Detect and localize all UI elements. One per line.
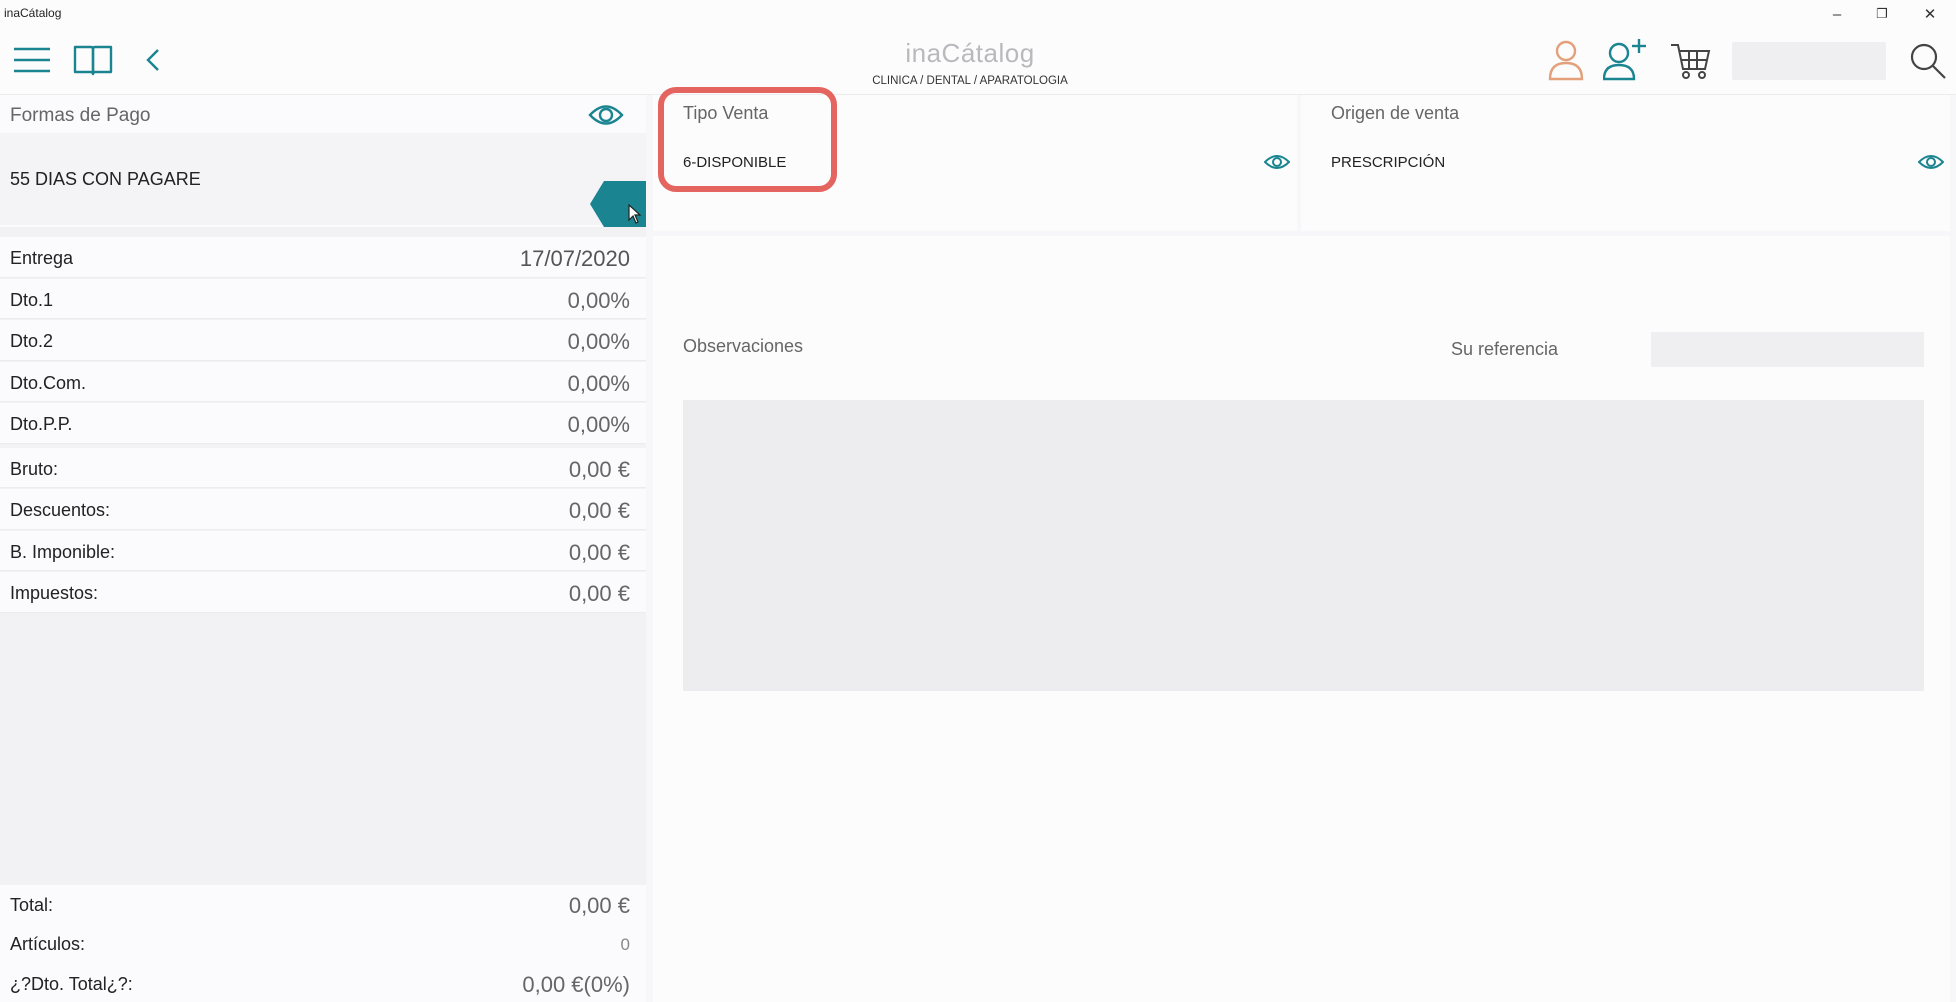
tipo-venta-value: 6-DISPONIBLE	[683, 154, 787, 171]
list-item: Impuestos: 0,00 €	[0, 572, 646, 613]
list-item[interactable]: Dto.Com. 0,00%	[0, 361, 646, 402]
reference-input[interactable]	[1651, 332, 1924, 367]
summary-row: Artículos: 0	[0, 924, 646, 962]
origen-venta-label: Origen de venta	[1331, 103, 1460, 123]
back-icon[interactable]	[140, 44, 166, 76]
detail-label: Dto.1	[10, 289, 54, 310]
list-item[interactable]: Entrega 17/07/2020	[0, 237, 646, 278]
detail-label: Descuentos:	[10, 500, 111, 520]
detail-value: 0,00%	[567, 329, 630, 354]
cart-icon[interactable]	[1668, 40, 1712, 82]
details-list: Entrega 17/07/2020 Dto.1 0,00% Dto.2 0,0…	[0, 237, 646, 614]
close-button[interactable]: ✕	[1910, 2, 1950, 26]
detail-value: 0,00 €	[568, 456, 630, 482]
list-item[interactable]: Dto.1 0,00%	[0, 278, 646, 319]
summary-label: Artículos:	[10, 934, 86, 954]
app-header: inaCátalog CLINICA / DENTAL / APARATOLOG…	[0, 28, 1956, 95]
detail-label: Entrega	[10, 248, 74, 268]
detail-value: 0,00 €	[568, 581, 630, 606]
payment-value-field[interactable]: 55 DIAS CON PAGARE	[0, 133, 646, 225]
list-item: Bruto: 0,00 €	[0, 447, 646, 488]
search-input[interactable]	[1732, 42, 1886, 80]
detail-value: 0,00%	[567, 370, 630, 396]
observations-textarea[interactable]	[683, 400, 1924, 691]
window-titlebar: inaCátalog – ❐ ✕	[0, 0, 1956, 28]
summary-value: 0,00 €	[568, 893, 630, 918]
main-panel: Observaciones Su referencia	[653, 236, 1950, 1002]
left-panel: Formas de Pago 55 DIAS CON PAGARE Entreg…	[0, 95, 646, 1002]
payment-label: Formas de Pago	[10, 105, 151, 126]
origen-venta-value: PRESCRIPCIÓN	[1331, 154, 1446, 171]
detail-label: Dto.Com.	[10, 372, 87, 393]
detail-label: Dto.P.P.	[10, 414, 73, 434]
add-customer-icon[interactable]	[1602, 36, 1648, 82]
app-brand: inaCátalog	[905, 38, 1035, 68]
reference-label: Su referencia	[1451, 339, 1559, 359]
list-item: B. Imponible: 0,00 €	[0, 530, 646, 571]
detail-label: B. Imponible:	[10, 541, 116, 562]
customer-icon[interactable]	[1546, 38, 1586, 82]
minimize-button[interactable]: –	[1817, 2, 1857, 26]
payment-card: Formas de Pago 55 DIAS CON PAGARE	[0, 95, 646, 227]
summary-label: Total:	[10, 895, 54, 915]
window-title: inaCátalog	[4, 6, 62, 20]
detail-value: 17/07/2020	[519, 246, 630, 271]
app-subtitle: CLINICA / DENTAL / APARATOLOGIA	[872, 75, 1068, 87]
summary-label: ¿?Dto. Total¿?:	[10, 974, 133, 994]
detail-label: Bruto:	[10, 458, 59, 479]
tipo-venta-card[interactable]: Tipo Venta 6-DISPONIBLE	[653, 95, 1297, 231]
search-icon[interactable]	[1908, 40, 1948, 82]
observations-label: Observaciones	[683, 336, 804, 356]
summary-value: 0,00 €(0%)	[522, 972, 630, 997]
detail-label: Dto.2	[10, 331, 54, 351]
restore-button[interactable]: ❐	[1862, 2, 1902, 26]
payment-expand-tab[interactable]	[590, 181, 646, 227]
origen-venta-card[interactable]: Origen de venta PRESCRIPCIÓN	[1301, 95, 1950, 231]
detail-label: Impuestos:	[10, 583, 99, 603]
summary-row: Total: 0,00 €	[0, 885, 646, 923]
detail-value: 0,00%	[567, 412, 630, 437]
list-item[interactable]: Dto.P.P. 0,00%	[0, 403, 646, 444]
detail-value: 0,00 €	[568, 498, 630, 523]
detail-value: 0,00%	[567, 287, 630, 313]
totals-summary: Total: 0,00 € Artículos: 0 ¿?Dto. Total¿…	[0, 885, 646, 1002]
eye-icon[interactable]	[1263, 153, 1291, 176]
payment-value: 55 DIAS CON PAGARE	[10, 169, 201, 189]
eye-icon[interactable]	[588, 102, 624, 133]
tipo-venta-label: Tipo Venta	[683, 103, 769, 123]
summary-row: ¿?Dto. Total¿?: 0,00 €(0%)	[0, 964, 646, 1002]
list-item[interactable]: Dto.2 0,00%	[0, 320, 646, 361]
eye-icon[interactable]	[1917, 153, 1945, 176]
summary-value: 0	[620, 935, 630, 954]
list-item: Descuentos: 0,00 €	[0, 489, 646, 530]
detail-value: 0,00 €	[568, 539, 630, 565]
book-icon[interactable]	[72, 42, 114, 78]
menu-icon[interactable]	[12, 42, 52, 78]
